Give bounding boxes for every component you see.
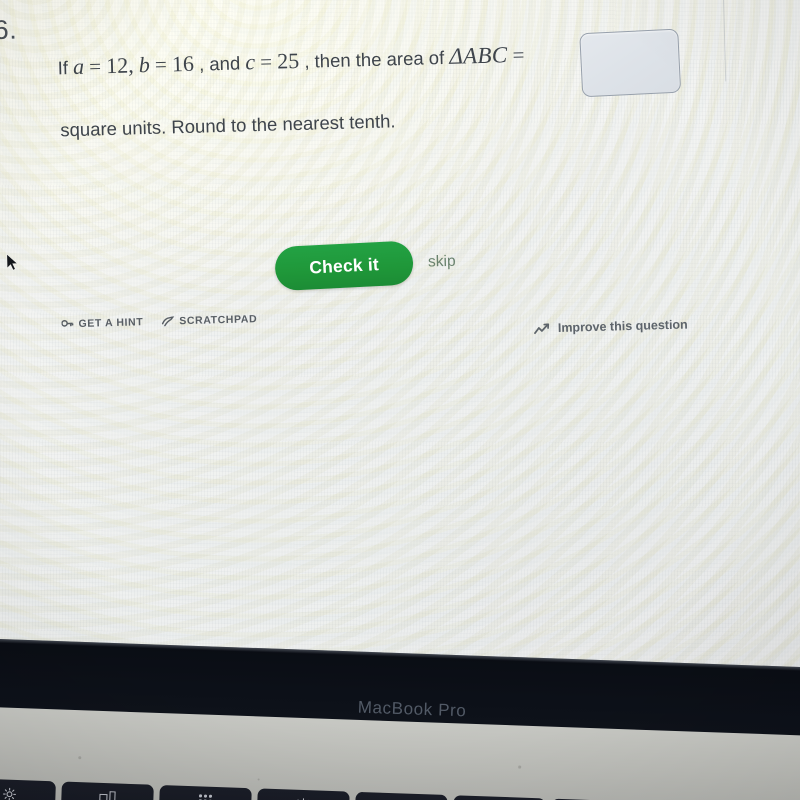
trending-up-icon xyxy=(534,322,551,334)
function-key-f4[interactable]: F4 xyxy=(158,784,252,800)
value-a: 12, xyxy=(105,52,134,79)
equals-sign-1: = xyxy=(88,54,102,79)
deck-speck xyxy=(518,765,521,769)
question-middle-text: , then the area of xyxy=(304,46,445,72)
variable-b: b xyxy=(138,51,151,78)
question-line-2: square units. Round to the nearest tenth… xyxy=(60,110,396,141)
tool-row: GET A HINT SCRATCHPAD xyxy=(61,313,257,330)
question-number: 6. xyxy=(0,14,18,46)
answer-input[interactable] xyxy=(579,28,682,98)
mouse-cursor-icon xyxy=(6,252,21,273)
equals-sign-2: = xyxy=(154,52,168,77)
function-key-f3[interactable]: F3 xyxy=(60,781,154,800)
variable-a: a xyxy=(72,53,85,80)
scratchpad-button[interactable]: SCRATCHPAD xyxy=(161,313,257,328)
laptop-display: 6. If a = 12, b = 16 , and c = 25 , then… xyxy=(0,0,800,743)
launchpad-icon xyxy=(198,794,212,800)
triangle-abc-label: ΔABC xyxy=(448,42,508,69)
function-key-f2[interactable]: F2 xyxy=(0,778,56,800)
pencil-icon xyxy=(161,315,175,327)
value-b: 16 xyxy=(171,50,195,77)
key-icon xyxy=(61,319,74,330)
get-a-hint-button[interactable]: GET A HINT xyxy=(61,316,143,330)
deck-speck xyxy=(78,756,82,760)
get-a-hint-label: GET A HINT xyxy=(78,316,144,330)
question-line-1: If a = 12, b = 16 , and c = 25 , then th… xyxy=(57,42,524,81)
question-conjunction: , and xyxy=(198,52,241,75)
variable-c: c xyxy=(244,49,256,75)
mission-control-icon xyxy=(99,791,116,800)
improve-this-question-label: Improve this question xyxy=(557,317,688,335)
function-key-f5[interactable]: F5 xyxy=(256,788,350,800)
deck-speck xyxy=(257,778,260,781)
brightness-icon xyxy=(3,787,17,800)
question-content: 6. If a = 12, b = 16 , and c = 25 , then… xyxy=(0,0,800,711)
photo-of-laptop-screen: 6. If a = 12, b = 16 , and c = 25 , then… xyxy=(0,0,800,800)
equals-sign-4: = xyxy=(512,42,525,68)
scratchpad-label: SCRATCHPAD xyxy=(179,313,258,328)
check-it-button[interactable]: Check it xyxy=(274,240,415,292)
improve-this-question-button[interactable]: Improve this question xyxy=(534,317,688,335)
value-c: 25 xyxy=(276,47,300,74)
skip-link[interactable]: skip xyxy=(428,253,456,272)
macbook-pro-brand-label: MacBook Pro xyxy=(357,697,467,721)
question-prefix: If xyxy=(57,57,69,79)
equals-sign-3: = xyxy=(259,49,273,74)
